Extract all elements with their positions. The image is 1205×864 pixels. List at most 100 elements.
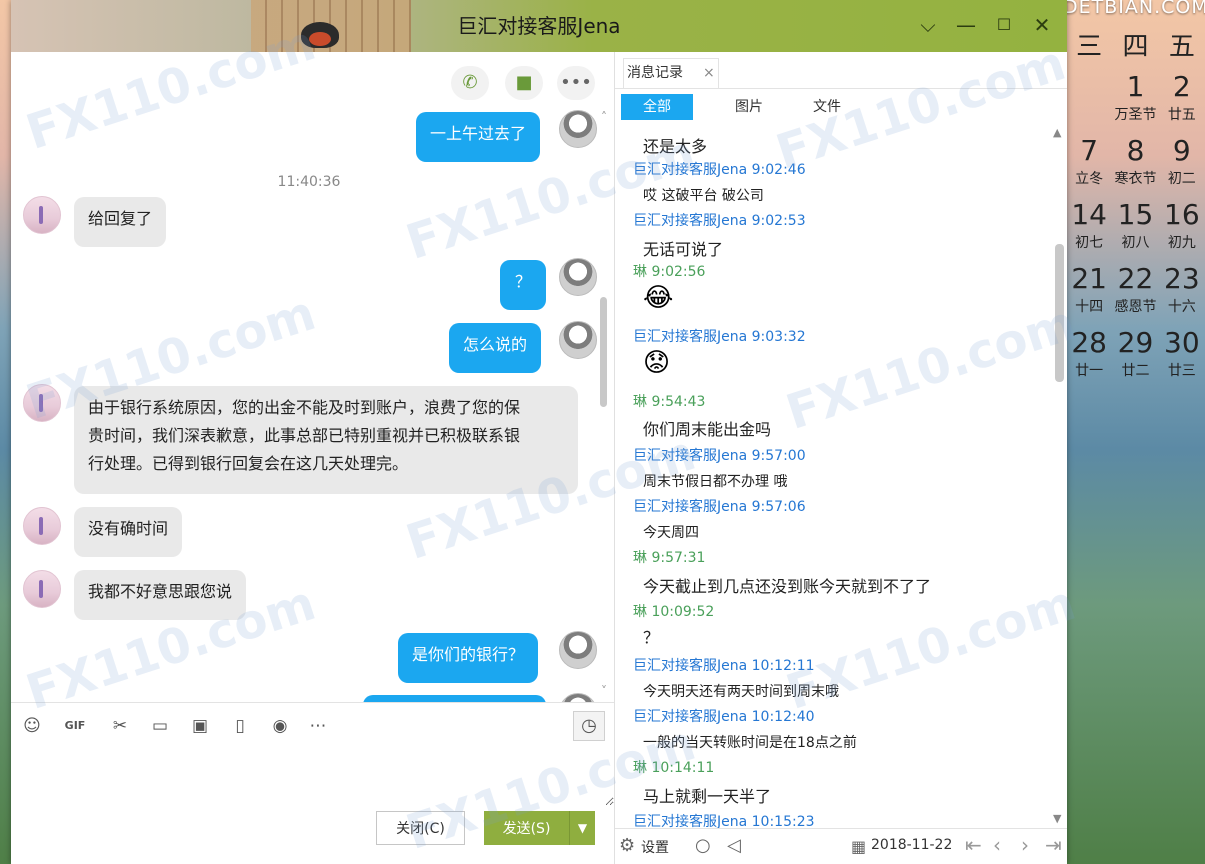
calendar-weekdays: 三 四 五 (1066, 18, 1205, 70)
calendar-day-number: 23 (1164, 262, 1200, 295)
history-message: 今天周四 (643, 525, 699, 541)
calendar-day-number: 2 (1172, 70, 1191, 103)
history-sender-agent: 巨汇对接客服Jena 9:02:46 (633, 162, 806, 178)
history-sender-agent: 巨汇对接客服Jena 10:12:11 (633, 658, 815, 674)
prev-page-icon[interactable]: ‹ (993, 833, 1001, 857)
message-history-panel: 消息记录 × 全部 图片 文件 还是太多巨汇对接客服Jena 9:02:46 哎 … (615, 52, 1067, 864)
calendar-day-number: 14 (1071, 198, 1107, 231)
calendar-day: 21 十四 (1066, 262, 1112, 326)
my-avatar (559, 693, 597, 702)
chevron-down-icon[interactable]: ▼ (569, 811, 595, 845)
calendar-day: 15 初八 (1112, 198, 1158, 262)
calendar-week-row: 28 廿一 29 廿二 30 廿三 (1066, 326, 1205, 390)
calendar-week-row: 1 万圣节 2 廿五 (1066, 70, 1205, 134)
more-tools-icon[interactable]: ⋯ (305, 713, 331, 739)
history-sender-agent: 巨汇对接客服Jena 10:12:40 (633, 709, 815, 725)
history-footer: ⚙ 设置 ○ ◁ ▦ 2018-11-22 ⇤ ‹ › ⇥ (615, 828, 1067, 864)
music-icon[interactable]: ◉ (267, 713, 293, 739)
calendar-day: 29 廿二 (1112, 326, 1158, 390)
settings-label[interactable]: 设置 (641, 837, 669, 857)
calendar-day-lunar: 立冬 (1075, 171, 1104, 187)
shake-icon[interactable]: ▯ (227, 713, 253, 739)
voice-call-icon[interactable]: ✆ (451, 66, 489, 100)
scroll-down-icon[interactable]: ˅ (598, 684, 610, 698)
filter-tab-all[interactable]: 全部 (621, 94, 693, 120)
chat-bubble-in: 我都不好意思跟您说 (74, 570, 247, 620)
my-avatar (559, 258, 597, 296)
chat-bubble-in: 给回复了 (74, 197, 167, 247)
chevron-down-icon[interactable]: ⌵ (915, 12, 941, 38)
maximize-button[interactable]: ☐ (991, 12, 1017, 38)
chat-bubble-out: 一上午过去了 (416, 112, 541, 162)
history-sender-agent: 巨汇对接客服Jena 10:15:23 (633, 814, 815, 828)
chat-scrollbar[interactable] (600, 297, 607, 407)
chat-bubble-out: 怎么说的 (449, 323, 542, 373)
more-options-icon[interactable]: ••• (557, 66, 595, 100)
calendar-day: 14 初七 (1066, 198, 1112, 262)
calendar-week-row: 7 立冬 8 寒衣节 9 初二 (1066, 134, 1205, 198)
desktop-calendar: 三 四 五 1 万圣节 2 廿五 7 立冬 8 寒衣节 9 初二 14 初七 15 初八 16 初九 21 十四 2… (1066, 18, 1205, 390)
calendar-day-number: 22 (1117, 262, 1154, 295)
scroll-down-icon[interactable]: ▼ (1053, 812, 1061, 825)
calendar-icon[interactable]: ▦ (851, 837, 866, 856)
settings-icon[interactable]: ⚙ (619, 835, 635, 856)
weekday-label: 五 (1168, 31, 1195, 62)
image-icon[interactable]: ▣ (187, 713, 213, 739)
history-sender-agent: 巨汇对接客服Jena 9:03:32 (633, 329, 806, 345)
minimize-button[interactable]: — (953, 12, 979, 38)
calendar-day: 7 立冬 (1066, 134, 1112, 198)
history-scrollbar[interactable] (1055, 244, 1064, 382)
close-button[interactable]: 关闭(C) (376, 811, 465, 845)
scroll-up-icon[interactable]: ▲ (1053, 126, 1061, 139)
calendar-day-number: 29 (1117, 326, 1154, 359)
emoji-icon[interactable]: ☺ (19, 713, 45, 739)
calendar-day-lunar: 寒衣节 (1114, 171, 1157, 187)
calendar-day-lunar: 万圣节 (1114, 107, 1157, 123)
calendar-day: 22 感恩节 (1112, 262, 1158, 326)
speaker-icon[interactable]: ◁ (727, 835, 741, 856)
chat-bubble-out-partial (363, 695, 546, 702)
agent-avatar (23, 196, 61, 234)
my-avatar (559, 110, 597, 148)
calendar-week-row: 14 初七 15 初八 16 初九 (1066, 198, 1205, 262)
history-message: 还是太多 (643, 137, 708, 156)
tab-message-history[interactable]: 消息记录 (623, 58, 687, 88)
calendar-day-number: 21 (1071, 262, 1107, 295)
video-call-icon[interactable]: ■ (505, 66, 543, 100)
filter-tab-files[interactable]: 文件 (797, 94, 857, 120)
chat-messages-area: ✆ ■ ••• 一上午过去了 11:40:36 给回复了 ？ 怎么说的 由于银行… (11, 52, 614, 702)
folder-icon[interactable]: ▭ (147, 713, 173, 739)
agent-avatar (23, 507, 61, 545)
history-message: 你们周末能出金吗 (643, 420, 772, 439)
close-window-button[interactable]: ✕ (1029, 12, 1055, 38)
next-page-icon[interactable]: › (1021, 833, 1029, 857)
history-sender-me: 琳 9:02:56 (633, 264, 706, 280)
calendar-day-lunar: 十四 (1075, 299, 1104, 315)
filter-tab-images[interactable]: 图片 (719, 94, 779, 120)
calendar-day-lunar: 廿五 (1167, 107, 1196, 123)
history-sender-agent: 巨汇对接客服Jena 9:57:00 (633, 448, 806, 464)
message-line: 行处理。已得到银行回复会在这几天处理完。 (88, 454, 409, 473)
title-bar[interactable]: 巨汇对接客服Jena ⌵ — ☐ ✕ (11, 0, 1067, 52)
calendar-day: 23 十六 (1159, 262, 1205, 326)
send-button[interactable]: 发送(S) (484, 811, 569, 845)
chat-timestamp: 11:40:36 (277, 174, 341, 190)
scissors-icon[interactable]: ✂ (107, 713, 133, 739)
gif-icon[interactable]: GIF (59, 713, 91, 739)
calendar-day: 1 万圣节 (1112, 70, 1158, 134)
close-tab-icon[interactable]: × (703, 58, 715, 88)
calendar-day-lunar: 初七 (1075, 235, 1104, 251)
calendar-day-lunar: 廿二 (1121, 363, 1150, 379)
history-sender-me: 琳 9:54:43 (633, 394, 706, 410)
history-message: 哎 这破平台 破公司 (643, 188, 764, 204)
first-page-icon[interactable]: ⇤ (965, 833, 982, 857)
agent-avatar (23, 570, 61, 608)
history-message: 今天截止到几点还没到账今天就到不了了 (643, 577, 932, 596)
message-input[interactable] (11, 746, 614, 806)
search-icon[interactable]: ○ (695, 835, 711, 856)
scroll-up-icon[interactable]: ˄ (598, 110, 610, 124)
calendar-day: 30 廿三 (1159, 326, 1205, 390)
last-page-icon[interactable]: ⇥ (1045, 833, 1062, 857)
clock-icon[interactable]: ◷ (573, 711, 605, 741)
calendar-day-lunar: 初九 (1167, 235, 1196, 251)
